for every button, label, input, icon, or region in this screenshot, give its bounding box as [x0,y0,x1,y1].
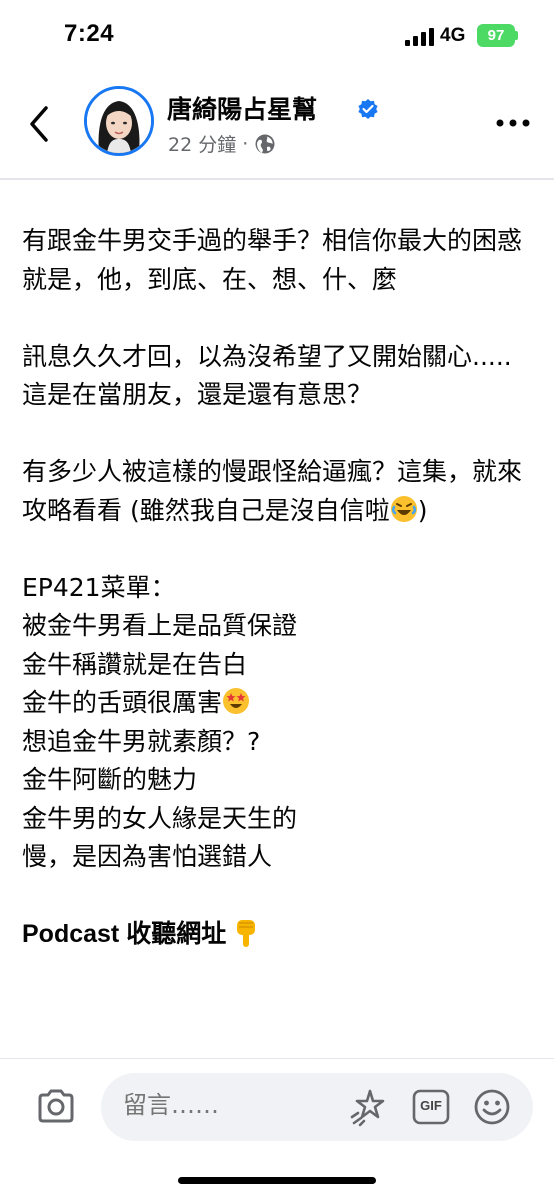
status-bar: 7:24 4G 97 [0,0,554,72]
network-label: 4G [440,25,466,46]
gif-label: GIF [420,1098,442,1113]
post-paragraph-1: 有跟金牛男交手過的舉手？相信你最大的困惑就是，他，到底、在、想、什、麼 [22,226,523,294]
menu-item: 金牛阿斷的魅力 [22,765,198,794]
sticker-icon[interactable] [348,1087,388,1127]
comment-input[interactable] [123,1091,323,1119]
menu-item: 慢，是因為害怕選錯人 [22,842,273,871]
page-name[interactable]: 唐綺陽占星幫 [167,90,317,126]
menu-item: 金牛的舌頭很厲害 [22,688,223,717]
post-meta: 22 分鐘 · [168,130,276,157]
menu-title: EP421菜單： [22,572,176,602]
menu-item: 金牛男的女人緣是天生的 [22,803,298,833]
battery-icon: 97 [477,24,515,47]
podcast-label: Podcast 收聽網址 [22,920,227,948]
avatar[interactable] [84,86,154,156]
meta-separator: · [242,132,249,155]
star-struck-emoji [223,688,250,714]
signal-icon [405,28,434,46]
globe-icon [255,134,275,153]
post-time[interactable]: 22 分鐘 [168,130,236,157]
back-icon[interactable] [24,104,54,144]
menu-item: 被金牛男看上是品質保證 [22,611,298,640]
comment-bar-divider [0,1058,554,1059]
pointing-down-emoji [237,920,256,947]
post-header: 唐綺陽占星幫 22 分鐘 · [0,78,554,174]
menu-item: 金牛稱讚就是在告白 [22,649,248,679]
rolling-laughing-emoji [390,495,417,522]
comment-box[interactable]: GIF [101,1073,533,1141]
status-time: 7:24 [64,20,115,47]
header-divider [0,178,554,180]
verified-icon [358,99,378,119]
post-body: 有跟金牛男交手過的舉手？相信你最大的困惑就是，他，到底、在、想、什、麼 訊息久久… [22,222,532,954]
emoji-icon[interactable] [472,1087,512,1127]
avatar-portrait [87,89,151,153]
more-icon[interactable] [496,118,530,128]
camera-icon[interactable] [36,1088,76,1124]
gif-icon[interactable]: GIF [412,1089,450,1125]
menu-item: 想追金牛男就素顏？? [22,726,261,756]
battery-cap [515,31,518,40]
home-indicator [178,1177,376,1184]
post-paragraph-3-end: ) [417,495,428,525]
post-paragraph-3: 有多少人被這樣的慢跟怪給逼瘋？這集，就來攻略看看 (雖然我自己是沒自信啦 [22,457,523,525]
battery-level: 97 [487,27,505,44]
post-paragraph-2: 訊息久久才回，以為沒希望了又開始關心.....這是在當朋友，還是還有意思？ [22,341,512,410]
